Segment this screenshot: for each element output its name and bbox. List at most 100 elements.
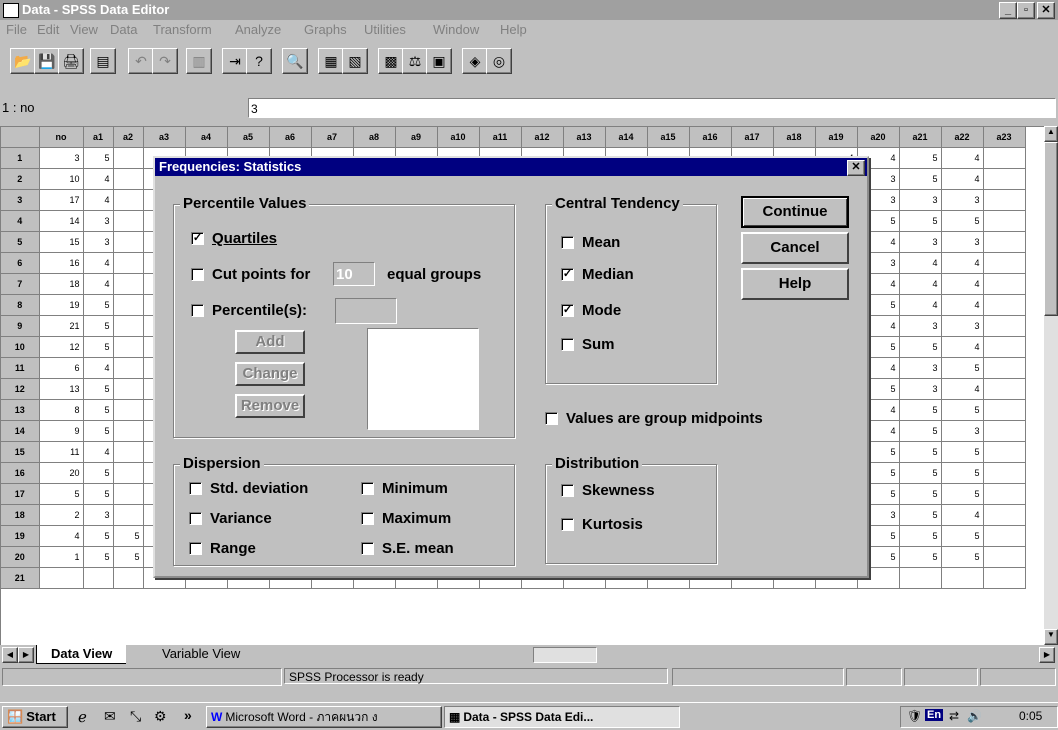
column-header[interactable]: a8 bbox=[353, 127, 396, 148]
column-header[interactable]: a5 bbox=[227, 127, 270, 148]
data-cell[interactable] bbox=[113, 273, 144, 295]
value-labels-icon[interactable]: ◈ bbox=[462, 48, 488, 74]
data-cell[interactable] bbox=[899, 567, 942, 589]
row-header[interactable]: 11 bbox=[1, 357, 40, 379]
data-cell[interactable]: 5 bbox=[899, 399, 942, 421]
data-cell[interactable] bbox=[113, 462, 144, 484]
data-cell[interactable]: 4 bbox=[941, 294, 984, 316]
data-cell[interactable]: 3 bbox=[899, 231, 942, 253]
data-cell[interactable]: 5 bbox=[941, 483, 984, 505]
column-header[interactable]: a16 bbox=[689, 127, 732, 148]
data-cell[interactable]: 5 bbox=[113, 525, 144, 547]
column-header[interactable]: a11 bbox=[479, 127, 522, 148]
data-cell[interactable]: 5 bbox=[899, 336, 942, 358]
data-cell[interactable] bbox=[983, 462, 1026, 484]
data-cell[interactable] bbox=[983, 252, 1026, 274]
data-cell[interactable] bbox=[983, 483, 1026, 505]
row-header[interactable]: 1 bbox=[1, 147, 40, 169]
column-header[interactable]: a22 bbox=[941, 127, 984, 148]
data-cell[interactable]: 8 bbox=[39, 399, 84, 421]
percentiles-checkbox[interactable]: Percentile(s): bbox=[191, 302, 307, 319]
data-cell[interactable] bbox=[983, 441, 1026, 463]
data-cell[interactable] bbox=[983, 189, 1026, 211]
change-button[interactable]: Change bbox=[235, 362, 305, 386]
data-cell[interactable]: 4 bbox=[899, 252, 942, 274]
data-cell[interactable] bbox=[113, 420, 144, 442]
menu-file[interactable]: File bbox=[6, 22, 27, 37]
data-cell[interactable]: 4 bbox=[941, 147, 984, 169]
data-cell[interactable] bbox=[983, 315, 1026, 337]
column-header[interactable]: a18 bbox=[773, 127, 816, 148]
remove-button[interactable]: Remove bbox=[235, 394, 305, 418]
data-cell[interactable] bbox=[983, 420, 1026, 442]
data-cell[interactable] bbox=[983, 567, 1026, 589]
minimize-button[interactable]: _ bbox=[999, 2, 1017, 19]
median-checkbox[interactable]: ✓ Median bbox=[561, 266, 634, 283]
data-cell[interactable]: 11 bbox=[39, 441, 84, 463]
row-header[interactable]: 9 bbox=[1, 315, 40, 337]
data-cell[interactable] bbox=[983, 546, 1026, 568]
data-cell[interactable]: 17 bbox=[39, 189, 84, 211]
data-cell[interactable]: 13 bbox=[39, 378, 84, 400]
scroll-up-icon[interactable]: ▲ bbox=[1044, 126, 1058, 142]
row-header[interactable]: 5 bbox=[1, 231, 40, 253]
data-cell[interactable]: 3 bbox=[39, 147, 84, 169]
mode-checkbox[interactable]: ✓ Mode bbox=[561, 302, 621, 319]
data-cell[interactable]: 4 bbox=[941, 336, 984, 358]
data-cell[interactable]: 5 bbox=[83, 315, 114, 337]
column-header[interactable]: a2 bbox=[113, 127, 144, 148]
data-cell[interactable]: 5 bbox=[83, 420, 114, 442]
data-cell[interactable] bbox=[983, 336, 1026, 358]
data-cell[interactable]: 4 bbox=[83, 252, 114, 274]
data-cell[interactable] bbox=[113, 378, 144, 400]
menu-data[interactable]: Data bbox=[110, 22, 137, 37]
column-header[interactable]: a4 bbox=[185, 127, 228, 148]
data-cell[interactable]: 3 bbox=[899, 315, 942, 337]
data-cell[interactable]: 16 bbox=[39, 252, 84, 274]
menu-transform[interactable]: Transform bbox=[153, 22, 212, 37]
menu-graphs[interactable]: Graphs bbox=[304, 22, 347, 37]
data-cell[interactable] bbox=[113, 441, 144, 463]
column-header[interactable]: a21 bbox=[899, 127, 942, 148]
help-button[interactable]: Help bbox=[741, 268, 849, 300]
data-cell[interactable]: 5 bbox=[39, 483, 84, 505]
data-cell[interactable] bbox=[983, 231, 1026, 253]
scroll-down-icon[interactable]: ▼ bbox=[1044, 629, 1058, 645]
cancel-button[interactable]: Cancel bbox=[741, 232, 849, 264]
data-cell[interactable]: 5 bbox=[83, 294, 114, 316]
tab-variable-view[interactable]: Variable View bbox=[148, 645, 254, 663]
kurtosis-checkbox[interactable]: Kurtosis bbox=[561, 516, 643, 533]
data-cell[interactable]: 2 bbox=[39, 504, 84, 526]
dialog-close-button[interactable]: ✕ bbox=[847, 160, 865, 176]
data-cell[interactable]: 5 bbox=[899, 462, 942, 484]
row-header[interactable]: 12 bbox=[1, 378, 40, 400]
data-cell[interactable]: 5 bbox=[899, 546, 942, 568]
data-cell[interactable]: 21 bbox=[39, 315, 84, 337]
start-button[interactable]: 🪟 Start bbox=[2, 706, 68, 728]
data-cell[interactable]: 5 bbox=[83, 525, 114, 547]
data-cell[interactable]: 5 bbox=[899, 483, 942, 505]
group-midpoints-checkbox[interactable]: Values are group midpoints bbox=[545, 410, 763, 427]
row-header[interactable]: 4 bbox=[1, 210, 40, 232]
corner-cell[interactable] bbox=[1, 127, 40, 148]
data-cell[interactable]: 5 bbox=[941, 525, 984, 547]
row-header[interactable]: 7 bbox=[1, 273, 40, 295]
column-header[interactable]: a23 bbox=[983, 127, 1026, 148]
volume-icon[interactable]: 🔊 bbox=[967, 709, 982, 723]
quicklaunch-more-icon[interactable]: » bbox=[184, 707, 192, 723]
data-cell[interactable]: 5 bbox=[899, 147, 942, 169]
data-cell[interactable] bbox=[983, 399, 1026, 421]
data-cell[interactable]: 4 bbox=[941, 168, 984, 190]
data-cell[interactable]: 19 bbox=[39, 294, 84, 316]
column-header[interactable]: a17 bbox=[731, 127, 774, 148]
quartiles-checkbox[interactable]: ✓ Quartiles bbox=[191, 230, 277, 247]
se-mean-checkbox[interactable]: S.E. mean bbox=[361, 540, 454, 557]
redo-icon[interactable]: ↷ bbox=[152, 48, 178, 74]
data-cell[interactable] bbox=[113, 399, 144, 421]
data-cell[interactable] bbox=[113, 294, 144, 316]
percentile-list[interactable] bbox=[367, 328, 479, 430]
data-cell[interactable]: 4 bbox=[941, 273, 984, 295]
data-cell[interactable]: 5 bbox=[83, 336, 114, 358]
data-cell[interactable]: 3 bbox=[941, 189, 984, 211]
column-header[interactable]: no bbox=[39, 127, 84, 148]
